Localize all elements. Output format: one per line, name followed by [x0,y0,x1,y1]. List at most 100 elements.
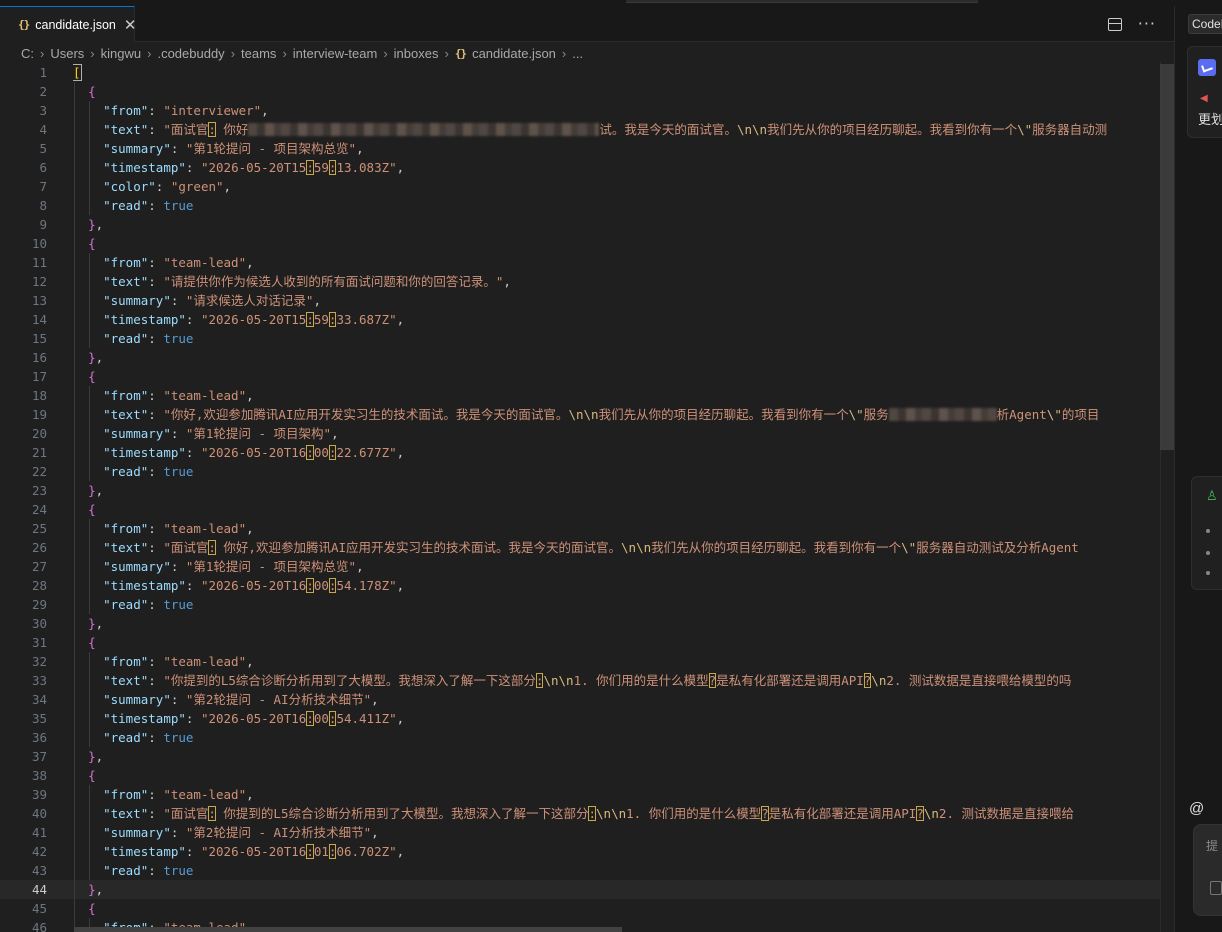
command-center[interactable] [626,0,978,3]
code-text: "summary": "第2轮提问 - AI分析技术细节", [103,692,379,707]
code-line[interactable]: 20 "summary": "第1轮提问 - 项目架构", [0,424,1174,443]
award-icon: ♙ [1206,489,1218,504]
code-line[interactable]: 8 "read": true [0,196,1174,215]
code-line[interactable]: 9 }, [0,215,1174,234]
code-line[interactable]: 40 "text": "面试官: 你提到的L5综合诊断分析用到了大模型。我想深入… [0,804,1174,823]
code-text: "text": "面试官: 你提到的L5综合诊断分析用到了大模型。我想深入了解一… [103,806,1074,821]
line-number: 9 [39,217,47,232]
code-text: "summary": "第1轮提问 - 项目架构总览", [103,141,364,156]
code-text: }, [88,882,104,897]
code-line[interactable]: 13 "summary": "请求候选人对话记录", [0,291,1174,310]
code-line[interactable]: 25 "from": "team-lead", [0,519,1174,538]
attach-icon[interactable] [1210,881,1222,895]
line-number: 40 [31,806,47,821]
code-line[interactable]: 34 "summary": "第2轮提问 - AI分析技术细节", [0,690,1174,709]
code-text: "timestamp": "2026-05-20T16:00:54.178Z", [103,578,405,593]
code-line[interactable]: 31 { [0,633,1174,652]
code-line[interactable]: 24 { [0,500,1174,519]
code-text: "color": "green", [103,179,232,194]
code-text: "text": "请提供你作为候选人收到的所有面试问题和你的回答记录。", [103,274,511,289]
code-line[interactable]: 1[ [0,63,1174,82]
close-icon[interactable]: ✕ [124,16,137,34]
code-line[interactable]: 11 "from": "team-lead", [0,253,1174,272]
line-number: 21 [31,445,47,460]
breadcrumb-item[interactable]: inboxes [394,46,439,61]
code-line[interactable]: 4 "text": "面试官: 你好 试。我是今天的面试官。\n\n我们先从你的项… [0,120,1174,139]
notice-card[interactable]: ◀ 更划 [1187,46,1222,138]
code-text: "from": "team-lead", [103,787,254,802]
code-text: { [88,502,96,517]
code-line[interactable]: 14 "timestamp": "2026-05-20T15:59:33.687… [0,310,1174,329]
vertical-scrollbar-thumb[interactable] [1160,64,1174,450]
code-line[interactable]: 29 "read": true [0,595,1174,614]
code-line[interactable]: 22 "read": true [0,462,1174,481]
codebuddy-logo-icon [1198,59,1216,76]
breadcrumb-item[interactable]: teams [241,46,276,61]
code-line[interactable]: 3 "from": "interviewer", [0,101,1174,120]
code-text: "read": true [103,331,194,346]
code-line[interactable]: 6 "timestamp": "2026-05-20T15:59:13.083Z… [0,158,1174,177]
breadcrumb-item[interactable]: ... [572,46,583,61]
code-line[interactable]: 16 }, [0,348,1174,367]
code-line[interactable]: 33 "text": "你提到的L5综合诊断分析用到了大模型。我想深入了解一下这… [0,671,1174,690]
code-line[interactable]: 41 "summary": "第2轮提问 - AI分析技术细节", [0,823,1174,842]
breadcrumb-item[interactable]: .codebuddy [157,46,224,61]
tab-bar: {} candidate.json ✕ ··· [0,6,1174,42]
tab-label: candidate.json [35,17,116,32]
split-editor-icon[interactable] [1107,17,1122,31]
mention-icon[interactable]: @ [1189,800,1204,817]
more-actions-icon[interactable]: ··· [1138,16,1156,32]
code-text: "from": "team-lead", [103,521,254,536]
code-line[interactable]: 39 "from": "team-lead", [0,785,1174,804]
code-line[interactable]: 7 "color": "green", [0,177,1174,196]
code-line[interactable]: 43 "read": true [0,861,1174,880]
code-text: "timestamp": "2026-05-20T16:00:22.677Z", [103,445,405,460]
code-line[interactable]: 38 { [0,766,1174,785]
line-number: 35 [31,711,47,726]
notice-text: 更划 [1198,112,1222,127]
line-number: 24 [31,502,47,517]
code-line[interactable]: 12 "text": "请提供你作为候选人收到的所有面试问题和你的回答记录。", [0,272,1174,291]
code-line[interactable]: 21 "timestamp": "2026-05-20T16:00:22.677… [0,443,1174,462]
code-line[interactable]: 2 { [0,82,1174,101]
line-number: 31 [31,635,47,650]
code-line[interactable]: 27 "summary": "第1轮提问 - 项目架构总览", [0,557,1174,576]
code-line[interactable]: 10 { [0,234,1174,253]
code-line[interactable]: 26 "text": "面试官: 你好,欢迎参加腾讯AI应用开发实习生的技术面试… [0,538,1174,557]
code-line[interactable]: 30 }, [0,614,1174,633]
code-line[interactable]: 18 "from": "team-lead", [0,386,1174,405]
breadcrumb-item[interactable]: Users [50,46,84,61]
code-line[interactable]: 45 { [0,899,1174,918]
code-editor[interactable]: 1[2 {3 "from": "interviewer", 4 "text": "… [0,62,1174,932]
code-line[interactable]: 36 "read": true [0,728,1174,747]
breadcrumb-separator-icon: › [230,45,236,61]
code-line[interactable]: 19 "text": "你好,欢迎参加腾讯AI应用开发实习生的技术面试。我是今天… [0,405,1174,424]
code-text: "from": "team-lead", [103,388,254,403]
breadcrumb-item[interactable]: candidate.json [472,46,556,61]
horizontal-scrollbar-thumb[interactable] [74,927,622,932]
line-number: 25 [31,521,47,536]
side-panel-tab[interactable]: CodeBu [1188,14,1222,34]
breadcrumb-item[interactable]: C: [21,46,34,61]
breadcrumb-item[interactable]: kingwu [101,46,141,61]
code-line[interactable]: 44 }, [0,880,1174,899]
breadcrumb-item[interactable]: interview-team [293,46,378,61]
code-line[interactable]: 42 "timestamp": "2026-05-20T16:01:06.702… [0,842,1174,861]
line-number: 30 [31,616,47,631]
tab-candidate-json[interactable]: {} candidate.json ✕ [0,6,137,42]
code-line[interactable]: 15 "read": true [0,329,1174,348]
code-text: { [88,236,96,251]
chat-input[interactable]: 提 [1193,824,1222,916]
breadcrumb-separator-icon: › [383,45,388,61]
code-line[interactable]: 28 "timestamp": "2026-05-20T16:00:54.178… [0,576,1174,595]
line-number: 15 [31,331,47,346]
breadcrumb-separator-icon: › [90,45,95,61]
line-number: 1 [39,65,47,80]
code-line[interactable]: 5 "summary": "第1轮提问 - 项目架构总览", [0,139,1174,158]
code-line[interactable]: 17 { [0,367,1174,386]
code-line[interactable]: 23 }, [0,481,1174,500]
code-line[interactable]: 37 }, [0,747,1174,766]
code-line[interactable]: 32 "from": "team-lead", [0,652,1174,671]
code-line[interactable]: 35 "timestamp": "2026-05-20T16:00:54.411… [0,709,1174,728]
code-text: { [88,84,96,99]
